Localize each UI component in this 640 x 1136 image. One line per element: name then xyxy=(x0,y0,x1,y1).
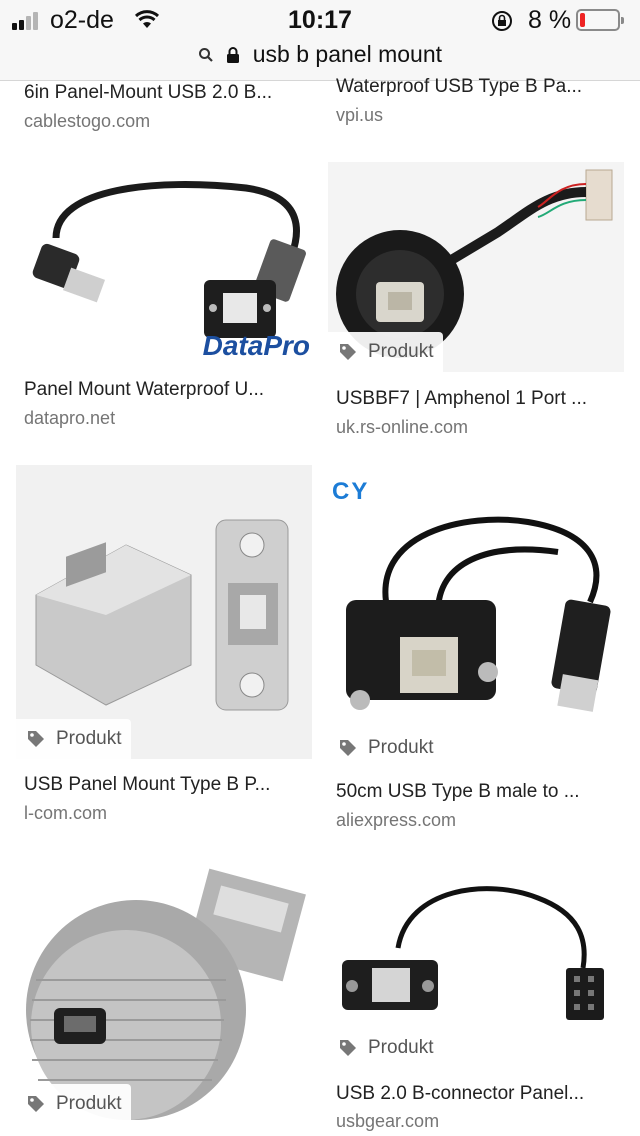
result-image[interactable]: CY Produkt xyxy=(328,472,624,768)
result-domain: uk.rs-online.com xyxy=(336,417,469,437)
result-domain: cablestogo.com xyxy=(24,111,151,131)
battery-percentage: 8 % xyxy=(528,6,572,34)
result-title[interactable]: USB 2.0 B-connector Panel... xyxy=(336,1083,621,1105)
result-domain: datapro.net xyxy=(24,408,116,428)
tag-icon xyxy=(340,1040,356,1056)
tag-icon xyxy=(28,1096,44,1112)
result-title[interactable]: USB Panel Mount Type B P... xyxy=(24,774,309,796)
result-card[interactable]: CY Produkt 50cm USB Type B male to ... a… xyxy=(328,472,624,837)
result-card[interactable]: Waterproof USB Type B Pa... vpi.us xyxy=(328,76,624,136)
result-card[interactable]: Produkt USBBF7 | Amphenol 1 Port ... uk.… xyxy=(328,162,624,446)
result-image[interactable]: Produkt xyxy=(328,868,624,1068)
tag-icon xyxy=(340,740,356,756)
result-title[interactable]: 50cm USB Type B male to ... xyxy=(336,781,621,803)
result-image[interactable]: DataPro xyxy=(16,168,312,364)
address-text: usb b panel mount xyxy=(252,41,443,68)
result-domain: l-com.com xyxy=(24,803,108,823)
result-title[interactable]: USBBF7 | Amphenol 1 Port ... xyxy=(336,388,621,410)
cy-logo: CY xyxy=(332,478,370,505)
result-image[interactable]: Produkt xyxy=(16,860,312,1124)
usb-extension-cable-image xyxy=(346,516,611,712)
result-title[interactable]: Waterproof USB Type B Pa... xyxy=(336,76,621,98)
lock-icon xyxy=(227,46,240,63)
product-badge: Produkt xyxy=(328,1028,444,1068)
badge-label: Produkt xyxy=(56,1093,122,1114)
result-image[interactable]: Produkt xyxy=(328,162,624,372)
tag-icon xyxy=(28,731,44,747)
badge-label: Produkt xyxy=(368,737,434,758)
result-title[interactable]: 6in Panel-Mount USB 2.0 B... xyxy=(24,82,309,104)
result-card[interactable]: Produkt USB Panel Mount Type B P... l-co… xyxy=(16,465,312,830)
result-domain: usbgear.com xyxy=(336,1111,440,1131)
status-bar: o2-de 10:17 8 % xyxy=(0,0,640,44)
rotation-lock-icon xyxy=(492,11,512,31)
badge-label: Produkt xyxy=(368,1037,434,1058)
result-domain: aliexpress.com xyxy=(336,810,457,830)
result-card[interactable]: Produkt xyxy=(16,860,312,1136)
battery-icon xyxy=(576,9,624,31)
result-card[interactable]: 6in Panel-Mount USB 2.0 B... cablestogo.… xyxy=(16,80,312,140)
result-title[interactable]: Panel Mount Waterproof U... xyxy=(24,379,309,401)
result-domain: vpi.us xyxy=(336,105,384,125)
badge-label: Produkt xyxy=(368,341,434,362)
product-badge: Produkt xyxy=(16,719,132,759)
metal-usb-jack-image xyxy=(35,519,289,711)
result-card[interactable]: Produkt USB 2.0 B-connector Panel... usb… xyxy=(328,868,624,1136)
badge-label: Produkt xyxy=(56,728,122,749)
tag-icon xyxy=(340,344,356,360)
result-image[interactable]: Produkt xyxy=(16,465,312,759)
product-badge: Produkt xyxy=(328,728,444,768)
search-icon xyxy=(198,47,213,62)
datapro-logo: DataPro xyxy=(202,330,310,361)
product-badge: Produkt xyxy=(328,332,444,372)
result-card[interactable]: DataPro Panel Mount Waterproof U... data… xyxy=(16,168,312,438)
product-badge: Produkt xyxy=(16,1084,132,1124)
